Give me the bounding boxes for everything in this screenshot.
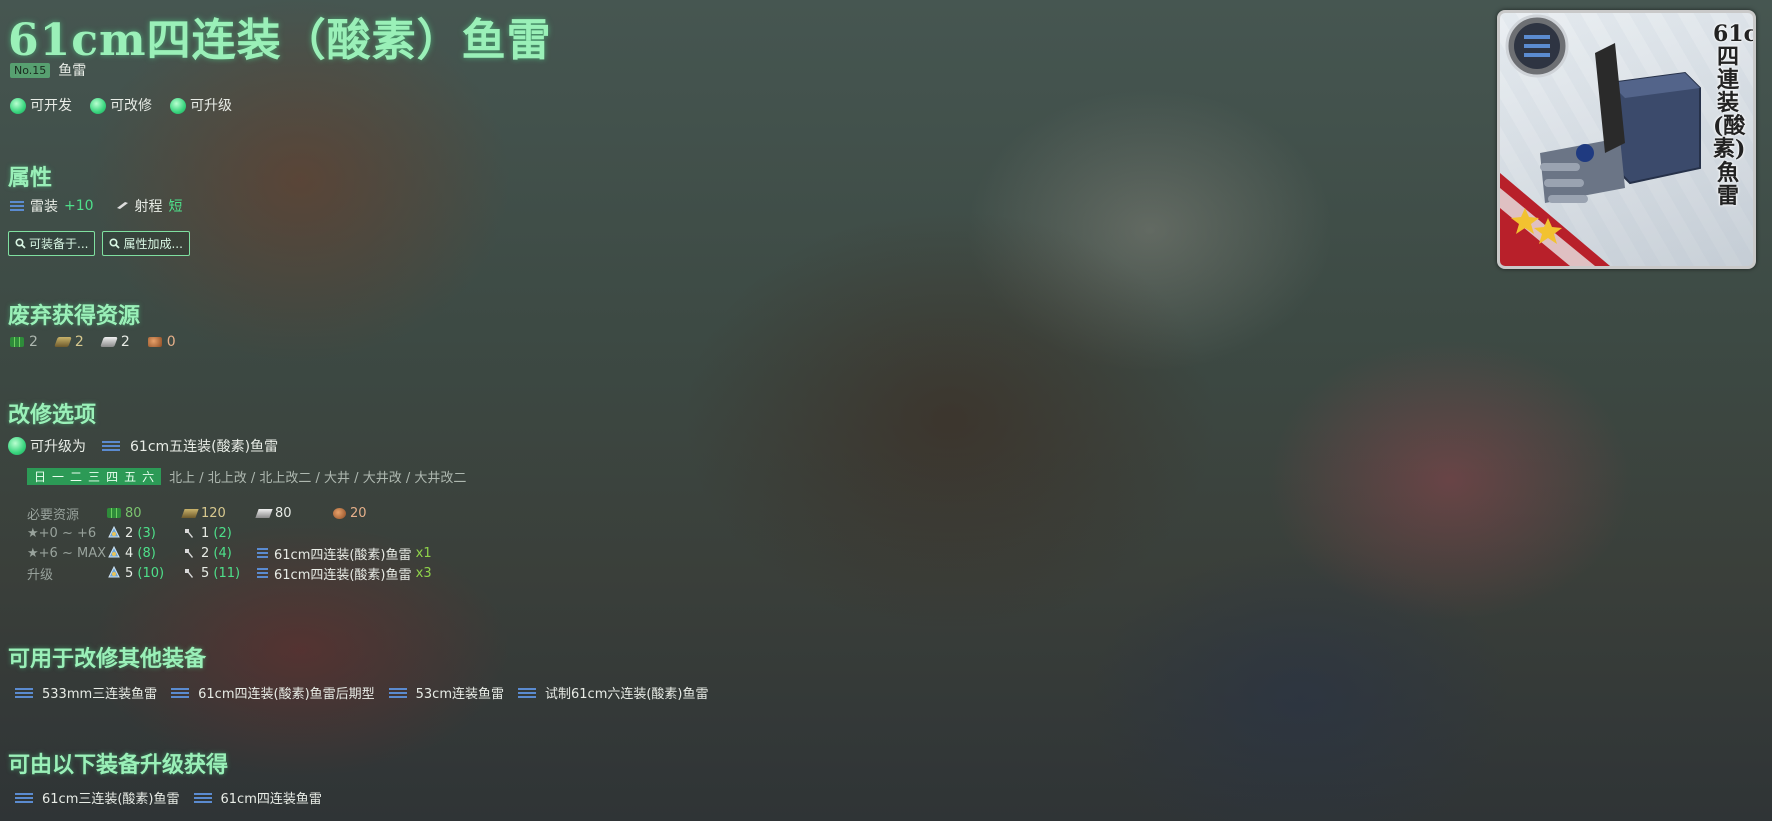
upgrade-label: 可升级为 [30,439,86,455]
flag-upgrade: 可升级 [170,95,232,115]
torpedo-icon [518,687,536,699]
dev-material-icon [108,526,120,538]
equipment-link[interactable]: 61cm四连装鱼雷 [193,788,322,807]
ammo-icon [181,508,199,518]
screw-icon [185,529,193,538]
green-dot-icon [170,98,186,114]
cost-row: ★+0 ~ +6 2 (3) 1 (2) [27,525,232,541]
green-dot-icon [90,98,106,114]
cost-row: ★+6 ~ MAX 4 (8) 2 (4) 61cm四连装(酸素)鱼雷 x1 [27,544,432,563]
torpedo-icon [388,687,407,699]
attr-range-label: 射程 [134,199,163,215]
dev-material-icon [108,546,120,558]
section-obtained-from: 可由以下装备升级获得 [8,752,229,778]
torpedo-icon [257,567,268,579]
equippable-by-button[interactable]: 可装备于... [8,231,96,256]
flags-row: 可开发 可改修 可升级 [10,95,232,115]
required-equipment[interactable]: 61cm四连装(酸素)鱼雷 x3 [257,564,432,583]
obtained-from-list: 61cm三连装(酸素)鱼雷 61cm四连装鱼雷 [15,788,322,807]
section-scrap: 废弃获得资源 [8,303,141,329]
green-dot-icon [8,437,26,455]
section-improve: 改修选项 [8,402,97,428]
scrap-fuel: 2 [10,334,38,350]
torpedo-icon [193,792,212,804]
equipment-card: 61cm四連装(酸素)魚雷 [1497,10,1756,269]
equipment-link[interactable]: 533mm三连装鱼雷 [15,683,157,702]
attr-torpedo-value: +10 [64,198,94,214]
fuel-icon [10,337,24,347]
fuel-icon [107,508,121,518]
equipment-title: 61cm四连装（酸素）鱼雷 [8,15,552,66]
scrap-steel: 2 [100,334,130,350]
torpedo-icon [15,687,33,699]
equipment-link[interactable]: 53cm连装鱼雷 [388,683,504,702]
scrap-ammo: 2 [54,334,84,350]
equipment-link[interactable]: 试制61cm六连装(酸素)鱼雷 [518,683,709,702]
helper-ships: 北上 / 北上改 / 北上改二 / 大井 / 大井改 / 大井改二 [169,471,467,486]
weekday-indicator: 日一二三四五六 [27,468,162,485]
cost-row: 升级 5 (10) 5 (11) 61cm四连装(酸素)鱼雷 x3 [27,564,432,583]
search-icon [109,238,121,249]
section-attributes: 属性 [8,165,53,191]
number-badge: No.15 [10,62,51,78]
flag-improve: 可改修 [90,95,152,115]
scrap-bauxite: 0 [147,334,176,350]
required-equipment[interactable]: 61cm四连装(酸素)鱼雷 x1 [257,544,432,563]
screw-icon [185,549,193,558]
equipment-type: 鱼雷 [58,63,87,79]
bauxite-icon [333,507,346,519]
steel-icon [100,337,118,347]
bauxite-icon [147,337,162,347]
torpedo-icon [171,687,190,699]
section-used-for: 可用于改修其他装备 [8,646,207,672]
screw-icon [185,569,193,578]
upgrade-target-row: 可升级为 61cm五连装(酸素)鱼雷 [8,436,278,456]
dev-material-icon [108,566,120,578]
search-icon [15,238,26,249]
flag-develop: 可开发 [10,95,72,115]
equipment-link[interactable]: 61cm四连装(酸素)鱼雷后期型 [171,683,375,702]
torpedo-icon [257,547,268,559]
upgrade-days-row: 日一二三四五六 北上 / 北上改 / 北上改二 / 大井 / 大井改 / 大井改… [27,467,466,486]
green-dot-icon [10,98,26,114]
attribute-bonus-button[interactable]: 属性加成... [102,231,190,256]
torpedo-stat-icon [10,200,24,212]
attr-range-value: 短 [168,199,183,215]
equipment-meta: No.15 鱼雷 [10,60,86,80]
attr-torpedo-label: 雷装 [30,199,58,215]
ammo-icon [54,337,72,347]
torpedo-icon [102,440,120,452]
card-vertical-name: 61cm四連装(酸素)魚雷 [1713,21,1756,209]
cost-header-row: 必要资源 80 120 80 20 [27,505,367,523]
used-for-list: 533mm三连装鱼雷 61cm四连装(酸素)鱼雷后期型 53cm连装鱼雷 试制6… [15,683,709,702]
cost-table: 必要资源 80 120 80 20 ★+0 ~ +6 2 (3) 1 (2) ★… [27,503,432,583]
steel-icon [255,508,273,518]
upgrade-target-link[interactable]: 61cm五连装(酸素)鱼雷 [130,436,278,456]
range-icon [116,198,129,214]
scrap-resources: 2 2 2 0 [10,334,194,350]
attribute-buttons: 可装备于... 属性加成... [8,231,190,256]
attributes-row: 雷装 +10 射程 短 [10,196,183,216]
equipment-link[interactable]: 61cm三连装(酸素)鱼雷 [15,788,180,807]
torpedo-icon [15,792,33,804]
